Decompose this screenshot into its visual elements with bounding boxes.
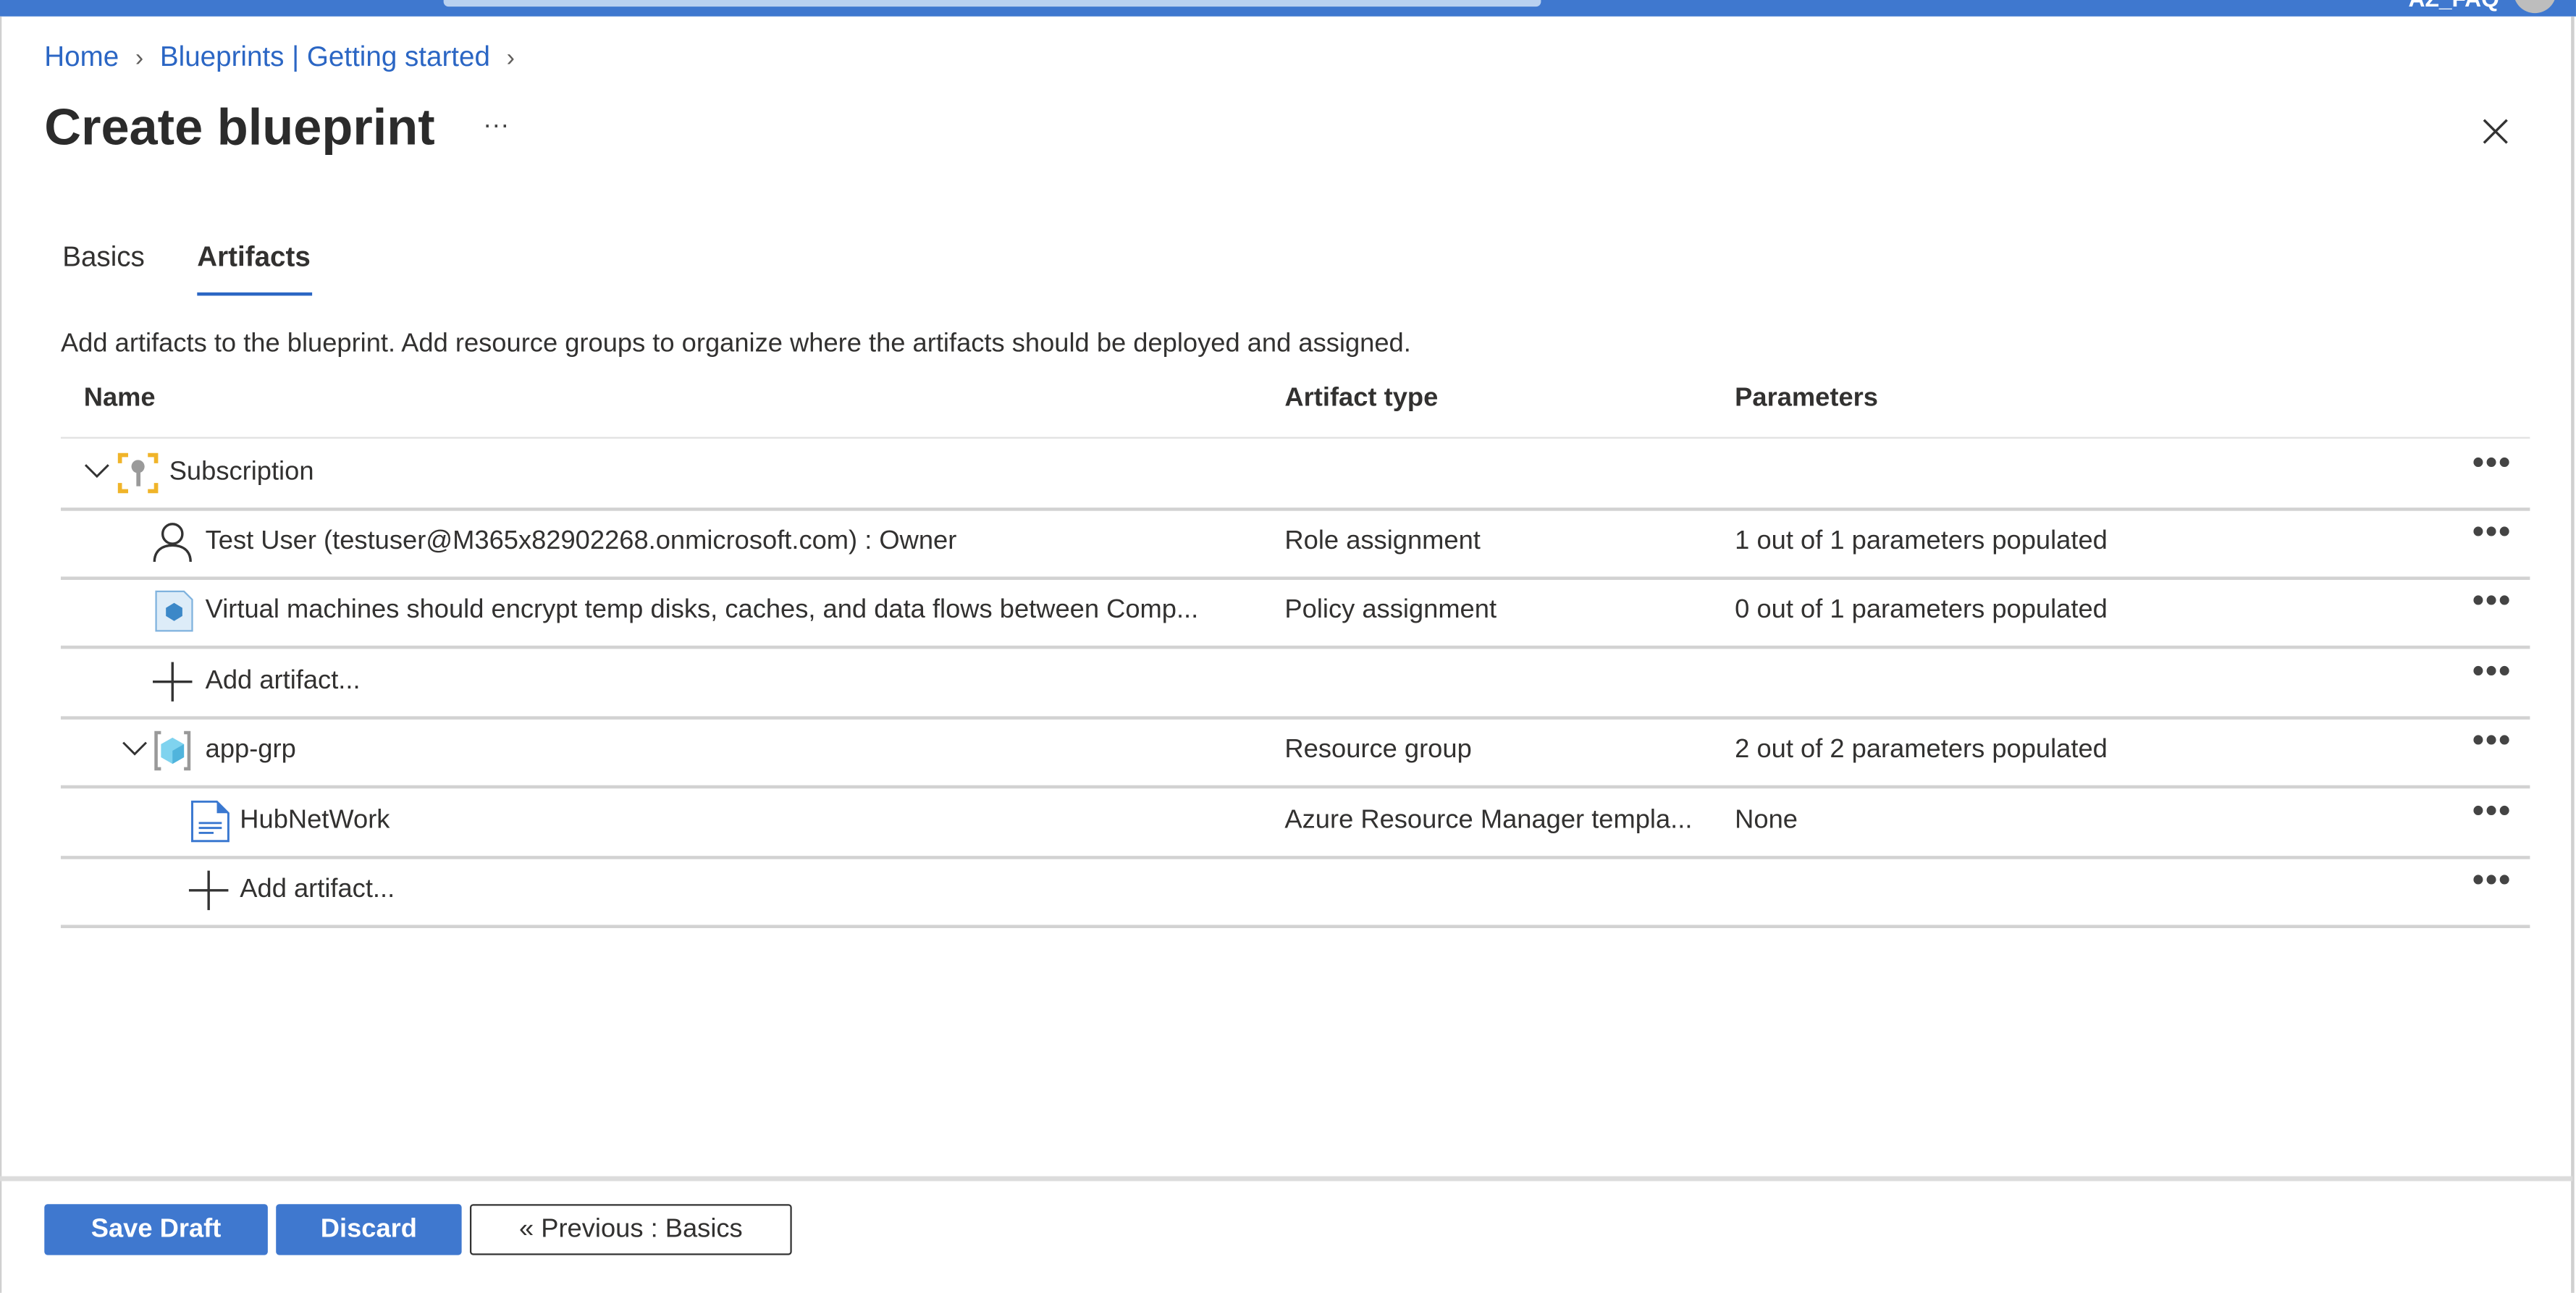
search-input[interactable] [443,0,1541,7]
row-artifact-type: Resource group [1284,736,1472,765]
table-row-role-assignment[interactable]: Test User (testuser@M365x82902268.onmicr… [60,507,2530,580]
row-more-button[interactable]: ••• [2472,584,2512,621]
table-row-add-artifact[interactable]: Add artifact... ••• [60,856,2530,929]
discard-button[interactable]: Discard [276,1204,462,1255]
previous-button[interactable]: « Previous : Basics [469,1204,792,1255]
divider [2571,16,2575,1293]
column-header-parameters: Parameters [1735,384,1878,413]
avatar[interactable] [2513,0,2556,14]
chevron-right-icon: › [506,43,515,72]
chevron-down-icon[interactable] [84,462,110,481]
row-more-button[interactable]: ••• [2472,514,2512,552]
breadcrumb-blueprints[interactable]: Blueprints | Getting started [160,41,490,74]
table-row-subscription[interactable]: Subscription ••• [60,439,2530,511]
row-more-button[interactable]: ••• [2472,862,2512,900]
top-bar: AZ_FAQ [0,0,2576,17]
more-options-button[interactable]: ··· [483,111,509,141]
divider [0,16,2,1293]
row-parameters: 0 out of 1 parameters populated [1735,596,2108,625]
row-artifact-type: Policy assignment [1284,596,1497,625]
close-icon[interactable] [2479,115,2512,148]
table-row-add-artifact[interactable]: Add artifact... ••• [60,647,2530,720]
plus-icon[interactable] [188,869,230,911]
chevron-right-icon: › [135,43,144,72]
row-more-button[interactable]: ••• [2472,793,2512,831]
user-icon [153,523,192,563]
row-more-button[interactable]: ••• [2472,654,2512,691]
subscription-key-icon [117,452,159,494]
policy-icon [155,590,193,632]
plus-icon[interactable] [151,660,194,703]
template-document-icon [191,800,230,843]
column-header-artifact-type: Artifact type [1284,384,1439,413]
row-parameters: None [1735,806,1798,835]
breadcrumb: Home › Blueprints | Getting started › [44,41,515,74]
table-row-template[interactable]: HubNetWork Azure Resource Manager templa… [60,787,2530,859]
breadcrumb-home[interactable]: Home [44,41,119,74]
tab-artifacts[interactable]: Artifacts [197,242,310,274]
page-title: Create blueprint [44,98,435,156]
account-name[interactable]: AZ_FAQ [2409,0,2499,12]
row-more-button[interactable]: ••• [2472,445,2512,483]
add-artifact-link[interactable]: Add artifact... [206,667,361,696]
row-name: Subscription [169,458,314,487]
resource-group-icon [154,730,191,771]
add-artifact-link[interactable]: Add artifact... [240,875,395,905]
divider [0,1176,2573,1182]
description: Add artifacts to the blueprint. Add reso… [60,330,1411,358]
column-header-name: Name [83,384,156,413]
row-parameters: 2 out of 2 parameters populated [1735,736,2108,765]
row-name: HubNetWork [240,806,390,835]
row-parameters: 1 out of 1 parameters populated [1735,527,2108,555]
row-more-button[interactable]: ••• [2472,723,2512,760]
save-draft-button[interactable]: Save Draft [44,1204,268,1255]
row-name: Test User (testuser@M365x82902268.onmicr… [205,527,957,555]
chevron-down-icon[interactable] [122,739,148,759]
tab-basics[interactable]: Basics [62,242,145,274]
active-tab-indicator [197,292,313,296]
row-artifact-type: Role assignment [1284,527,1481,555]
row-name: app-grp [205,736,296,765]
table-row-resource-group[interactable]: app-grp Resource group 2 out of 2 parame… [60,716,2530,789]
table-row-policy-assignment[interactable]: Virtual machines should encrypt temp dis… [60,576,2530,649]
row-artifact-type: Azure Resource Manager templa... [1284,806,1693,835]
row-name: Virtual machines should encrypt temp dis… [205,596,1199,625]
